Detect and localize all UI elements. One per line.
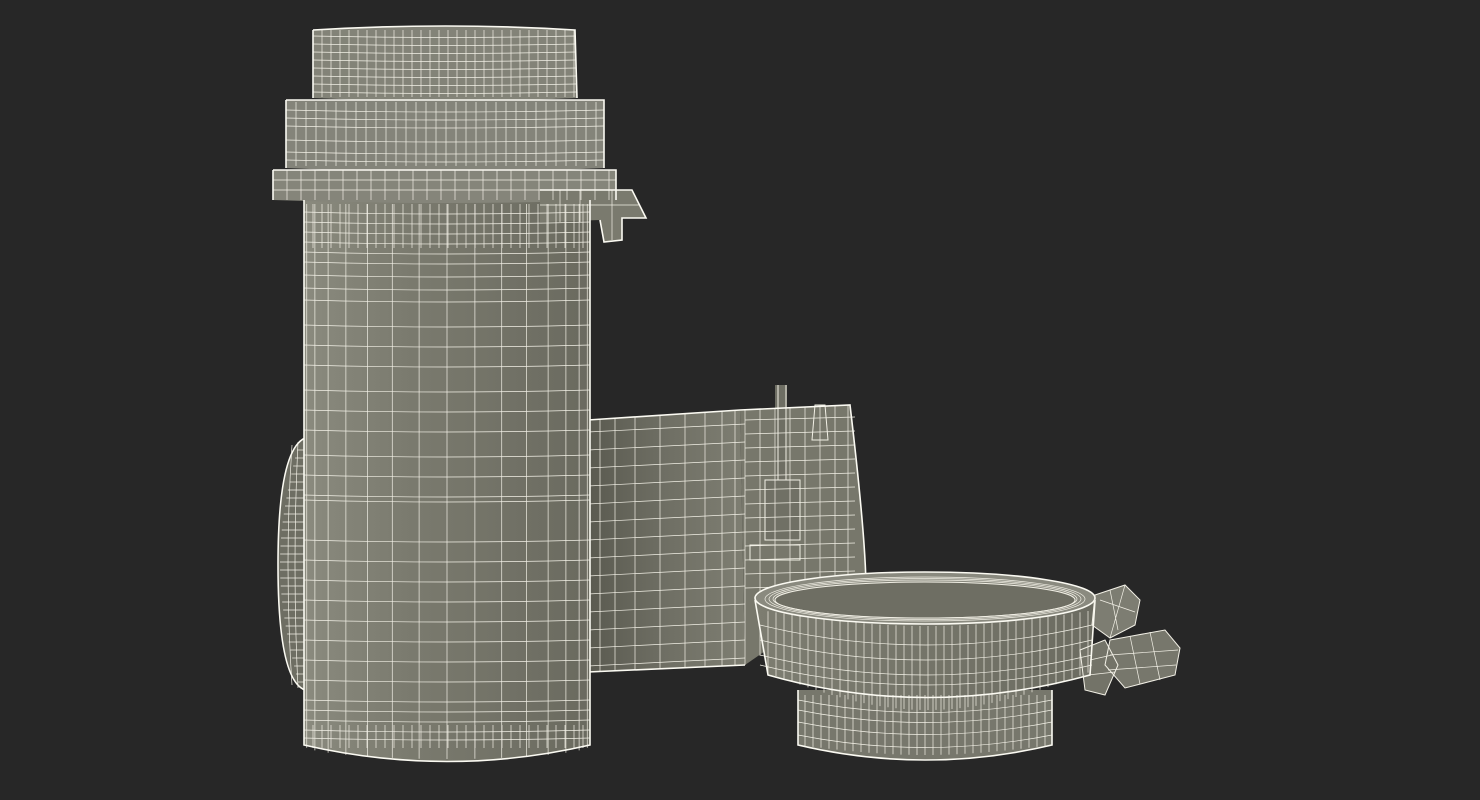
tall-cylinder-body xyxy=(272,25,648,763)
wireframe-render xyxy=(272,25,1181,763)
render-viewport xyxy=(0,0,1480,800)
side-boss xyxy=(277,437,306,691)
flanged-lid-cap xyxy=(754,571,1181,761)
